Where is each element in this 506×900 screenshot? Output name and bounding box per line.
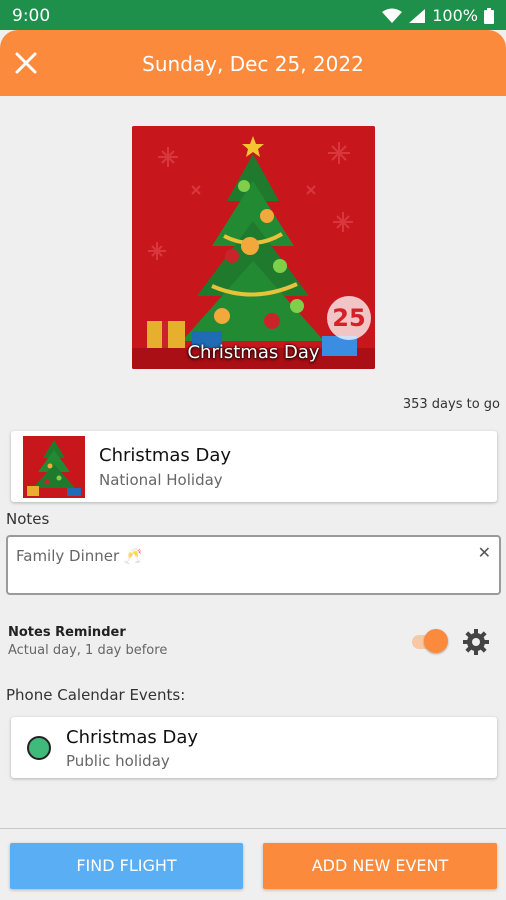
event-card[interactable]: Christmas Day National Holiday xyxy=(11,431,497,502)
calendar-color-dot xyxy=(27,736,51,760)
notes-label: Notes xyxy=(6,510,50,528)
christmas-tree-icon xyxy=(23,436,85,498)
calendar-event-name: Christmas Day xyxy=(66,727,199,748)
reminder-toggle[interactable] xyxy=(410,629,448,653)
add-new-event-button[interactable]: ADD NEW EVENT xyxy=(263,843,497,889)
clear-icon[interactable]: ✕ xyxy=(478,543,491,562)
reminder-title: Notes Reminder xyxy=(8,625,126,640)
event-thumbnail xyxy=(23,436,85,498)
status-icons: 100% xyxy=(382,6,494,25)
days-to-go: 353 days to go xyxy=(402,397,500,412)
divider xyxy=(0,828,506,829)
reminder-subtitle: Actual day, 1 day before xyxy=(8,643,168,658)
event-name: Christmas Day xyxy=(99,445,232,466)
calendar-event-type: Public holiday xyxy=(66,752,170,770)
day-badge: 25 xyxy=(327,296,371,340)
battery-percent: 100% xyxy=(432,6,478,25)
notes-value: Family Dinner 🥂 xyxy=(16,547,143,565)
page-title: Sunday, Dec 25, 2022 xyxy=(142,52,364,76)
signal-icon xyxy=(409,8,426,23)
app-header: Sunday, Dec 25, 2022 xyxy=(0,30,506,96)
phone-calendar-label: Phone Calendar Events: xyxy=(6,686,186,704)
battery-icon xyxy=(484,7,494,24)
hero-caption: Christmas Day xyxy=(187,342,320,363)
event-hero-image: 25 Christmas Day xyxy=(132,126,375,369)
find-flight-button[interactable]: FIND FLIGHT xyxy=(10,843,243,889)
status-time: 9:00 xyxy=(12,6,51,26)
gear-icon[interactable] xyxy=(461,627,491,657)
toggle-knob xyxy=(424,629,448,653)
event-type: National Holiday xyxy=(99,471,223,489)
calendar-event-card[interactable]: Christmas Day Public holiday xyxy=(11,717,497,778)
notes-field[interactable]: Family Dinner 🥂 ✕ xyxy=(6,535,501,595)
status-bar: 9:00 100% xyxy=(0,0,506,30)
wifi-icon xyxy=(382,8,403,23)
